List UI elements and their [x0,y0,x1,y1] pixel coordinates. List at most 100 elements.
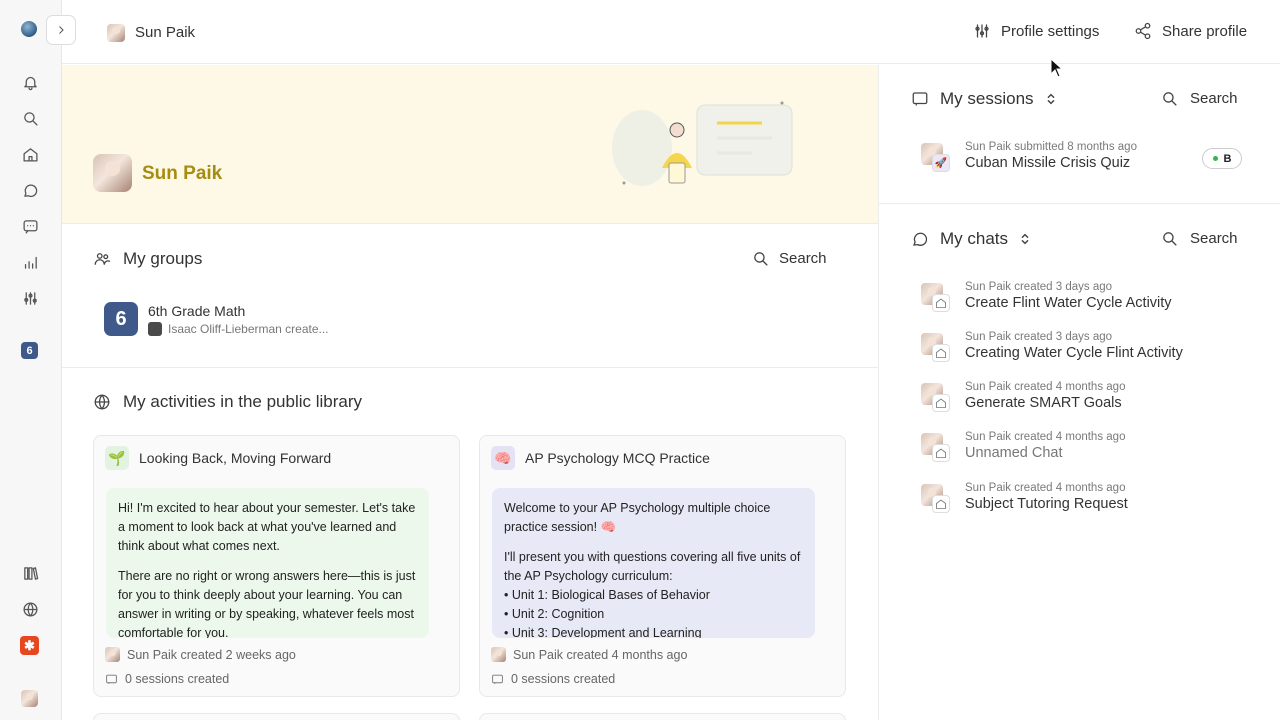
right-panel: My sessions Search 🚀 Sun Paik submitted … [878,65,1280,720]
activity-created: Sun Paik created 4 months ago [513,647,688,662]
activity-created: Sun Paik created 2 weeks ago [127,647,296,662]
sessions-search-label: Search [1190,90,1238,107]
activity-sessions: 0 sessions created [125,672,230,686]
my-groups-title: My groups [123,249,203,268]
activity-sessions: 0 sessions created [511,672,616,686]
groups-search-label: Search [779,250,827,267]
chat-item[interactable]: Sun Paik created 4 months ago Generate SM… [921,381,1125,421]
divider [879,203,1280,204]
chat-item[interactable]: Sun Paik created 3 days ago Create Flint … [921,281,1172,321]
home-icon [932,294,950,312]
group-badge: 6 [104,302,138,336]
activity-preview: Hi! I'm excited to hear about your semes… [106,488,429,638]
share-icon [1135,22,1151,40]
profile-settings-button[interactable]: Profile settings [973,22,1099,40]
app-icon[interactable]: ✱ [20,636,39,655]
chat-icon[interactable] [20,180,40,200]
my-sessions-heading[interactable]: My sessions [911,89,1057,109]
sort-icon[interactable] [1045,92,1057,106]
home-icon[interactable] [20,144,40,164]
brain-icon: 🧠 [491,446,515,470]
my-chats-title: My chats [940,229,1009,248]
chat-item[interactable]: Sun Paik created 4 months ago Unnamed Cha… [921,431,1125,471]
sliders-icon [975,24,989,38]
avatar [491,647,506,662]
group-6-icon[interactable]: 6 [21,342,38,359]
expand-sidebar-button[interactable] [46,15,76,45]
breadcrumb-user-name[interactable]: Sun Paik [135,24,195,41]
search-icon[interactable] [20,108,40,128]
hero-illustration [612,101,793,186]
session-item[interactable]: 🚀 Sun Paik submitted 8 months ago Cuban … [921,141,1137,181]
rocket-icon: 🚀 [932,154,950,172]
library-heading: My activities in the public library [93,392,362,412]
session-meta: Sun Paik submitted 8 months ago [965,141,1137,153]
avatar [105,647,120,662]
status-dot [1212,156,1218,161]
activity-preview-text: I'll present you with questions covering… [504,550,801,638]
home-icon [932,444,950,462]
activity-card[interactable] [93,713,460,720]
groups-search-button[interactable]: Search [752,250,827,267]
chat-item[interactable]: Sun Paik created 3 days ago Creating Wate… [921,331,1183,371]
mouse-cursor-icon [1050,58,1064,78]
search-icon [1163,232,1177,246]
chats-search-label: Search [1190,230,1238,247]
chat-title: Create Flint Water Cycle Activity [965,295,1172,311]
my-groups-heading: My groups [93,249,202,269]
activity-title: Looking Back, Moving Forward [139,450,332,466]
session-icon [106,674,117,684]
left-rail: 6 ✱ [0,0,62,720]
chat-title: Creating Water Cycle Flint Activity [965,345,1183,361]
share-profile-label: Share profile [1162,22,1248,40]
sort-icon[interactable] [1019,232,1031,246]
search-icon [1163,92,1177,106]
activity-preview-text: There are no right or wrong answers here… [118,569,416,638]
my-sessions-title: My sessions [940,89,1034,108]
sliders-icon[interactable] [20,288,40,308]
activity-card[interactable] [479,713,846,720]
user-avatar[interactable] [21,690,38,707]
activity-title: AP Psychology MCQ Practice [525,450,710,466]
feedback-icon[interactable] [20,216,40,236]
chat-meta: Sun Paik created 3 days ago [965,331,1113,343]
home-icon [932,495,950,513]
chat-meta: Sun Paik created 3 days ago [965,281,1113,293]
session-title: Cuban Missile Crisis Quiz [965,155,1131,171]
session-icon [492,674,503,684]
activity-card[interactable]: 🌱 Looking Back, Moving Forward Hi! I'm e… [93,435,460,697]
chat-title: Unnamed Chat [965,445,1063,461]
avatar [107,24,125,42]
home-icon [932,344,950,362]
analytics-icon[interactable] [20,252,40,272]
session-icon [912,92,928,106]
group-creator: Isaac Oliff-Lieberman create... [168,322,329,336]
group-name: 6th Grade Math [148,303,246,319]
activity-preview-text: Welcome to your AP Psychology multiple c… [504,501,771,534]
bell-icon[interactable] [20,72,40,92]
group-item[interactable]: 6 6th Grade Math Isaac Oliff-Lieberman c… [104,302,329,336]
main-content: Sun Paik My groups Search 6 6th Grade Ma… [62,65,878,720]
chat-title: Subject Tutoring Request [965,496,1128,512]
globe-icon [94,394,110,410]
chat-icon [913,232,928,246]
library-title: My activities in the public library [123,392,363,411]
share-profile-button[interactable]: Share profile [1134,22,1247,40]
chat-item[interactable]: Sun Paik created 4 months ago Subject Tut… [921,482,1128,522]
chat-meta: Sun Paik created 4 months ago [965,482,1126,494]
top-bar: Sun Paik Profile settings Share profile [62,0,1280,64]
profile-settings-label: Profile settings [1001,22,1100,40]
sprout-icon: 🌱 [105,446,129,470]
avatar [148,322,162,336]
sessions-search-button[interactable]: Search [1161,90,1238,107]
activity-card[interactable]: 🧠 AP Psychology MCQ Practice Welcome to … [479,435,846,697]
app-logo-icon[interactable] [21,21,37,37]
activity-preview-text: Hi! I'm excited to hear about your semes… [118,501,416,553]
chat-meta: Sun Paik created 4 months ago [965,431,1126,443]
globe-icon[interactable] [20,599,40,619]
chats-search-button[interactable]: Search [1161,230,1238,247]
chat-title: Generate SMART Goals [965,395,1122,411]
my-chats-heading[interactable]: My chats [911,229,1031,249]
home-icon [932,394,950,412]
library-icon[interactable] [20,563,40,583]
